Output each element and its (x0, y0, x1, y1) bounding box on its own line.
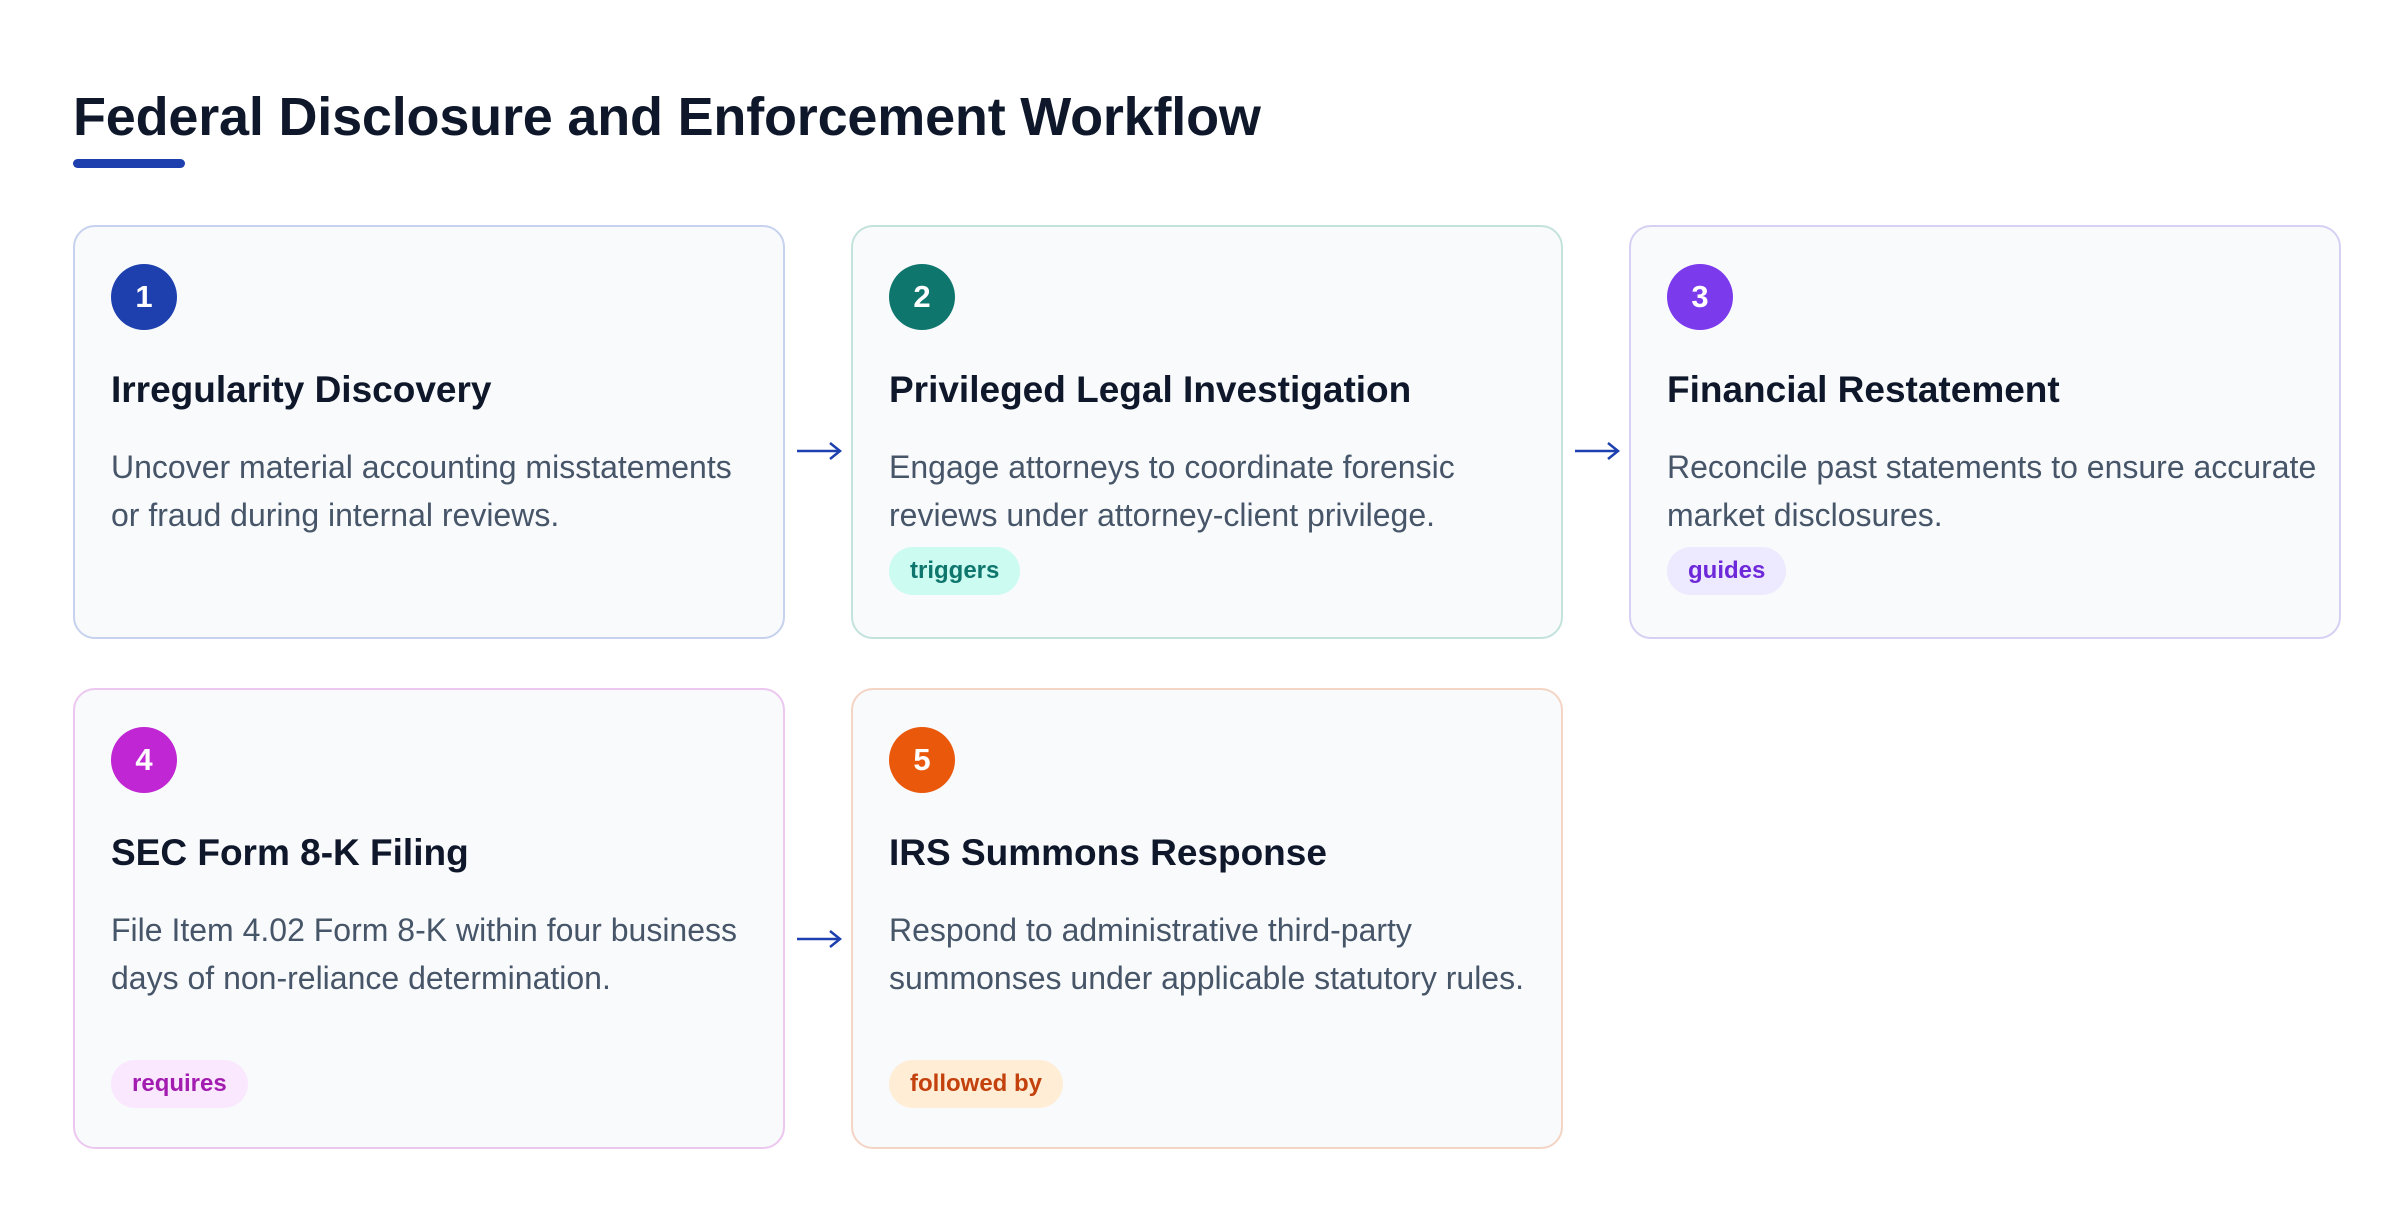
step-title: IRS Summons Response (889, 832, 1327, 873)
step-description: Reconcile past statements to ensure accu… (1667, 449, 2317, 533)
relation-tag: guides (1667, 547, 1787, 595)
step-title: Irregularity Discovery (111, 369, 492, 410)
step-number-badge: 1 (111, 264, 177, 330)
step-number-badge: 4 (111, 727, 177, 793)
step-number-badge: 3 (1667, 264, 1733, 330)
step-number-badge: 5 (889, 727, 955, 793)
page-title: Federal Disclosure and Enforcement Workf… (73, 87, 1261, 147)
step-description: Uncover material accounting misstatement… (111, 449, 732, 533)
relation-tag: triggers (889, 547, 1021, 595)
right-arrow-icon (797, 442, 843, 460)
relation-tag: requires (111, 1060, 248, 1108)
step-card-3: 3 Financial Restatement Reconcile past s… (1629, 225, 2341, 639)
step-description: Engage attorneys to coordinate forensic … (889, 449, 1455, 533)
step-number-badge: 2 (889, 264, 955, 330)
title-underline (73, 159, 185, 168)
step-card-1: 1 Irregularity Discovery Uncover materia… (73, 225, 785, 639)
step-title: Financial Restatement (1667, 369, 2060, 410)
step-card-4: 4 SEC Form 8-K Filing File Item 4.02 For… (73, 688, 785, 1149)
right-arrow-icon (797, 930, 843, 948)
step-description: Respond to administrative third-party su… (889, 912, 1524, 996)
right-arrow-icon (1575, 442, 1621, 460)
step-card-5: 5 IRS Summons Response Respond to admini… (851, 688, 1563, 1149)
relation-tag: followed by (889, 1060, 1063, 1108)
step-card-2: 2 Privileged Legal Investigation Engage … (851, 225, 1563, 639)
step-description: File Item 4.02 Form 8-K within four busi… (111, 912, 738, 996)
step-title: SEC Form 8-K Filing (111, 832, 469, 873)
workflow-page: Federal Disclosure and Enforcement Workf… (0, 0, 2400, 1214)
step-title: Privileged Legal Investigation (889, 369, 1412, 410)
